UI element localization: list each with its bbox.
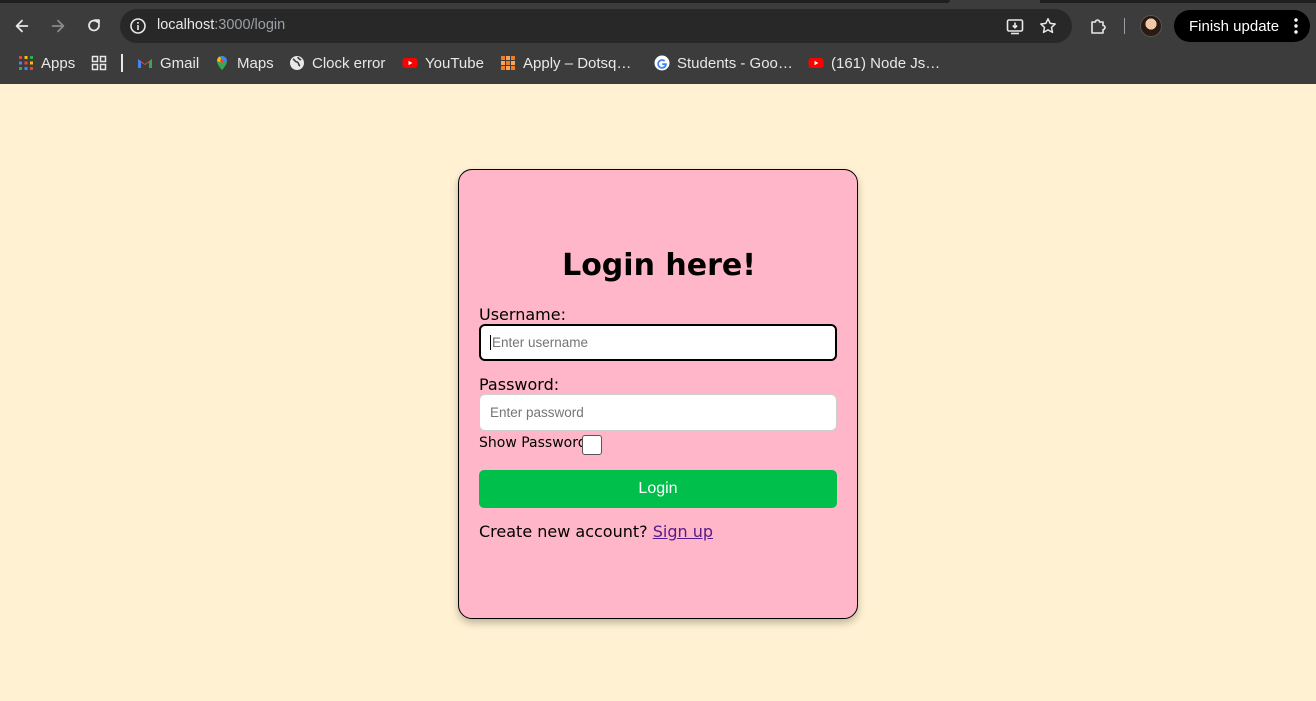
tab-strip	[0, 0, 950, 3]
bookmark-apps[interactable]: Apps	[18, 53, 75, 73]
text-caret	[490, 335, 491, 350]
bookmark-label: Gmail	[160, 54, 200, 72]
username-input[interactable]: Enter username	[479, 324, 837, 361]
bookmark-item[interactable]: Clock error	[289, 53, 385, 73]
star-icon[interactable]	[1039, 17, 1057, 35]
bookmark-item[interactable]: YouTube	[402, 53, 484, 73]
bookmark-label: Apply – Dotsq…	[523, 54, 632, 72]
apps-grid-icon	[19, 56, 33, 70]
bookmarks-bar: Apps Gmail Maps Clock error YouTube Appl…	[0, 50, 1316, 76]
username-placeholder: Enter username	[492, 335, 589, 350]
forward-button[interactable]	[44, 12, 72, 40]
bookmark-item[interactable]: Students - Goo…	[654, 53, 793, 73]
tab-groups-icon	[91, 55, 107, 71]
google-icon	[654, 55, 670, 71]
reload-icon	[88, 19, 100, 32]
info-icon[interactable]	[129, 17, 147, 35]
create-account-row: Create new account? Sign up	[479, 522, 713, 541]
bookmark-label: YouTube	[425, 54, 484, 72]
page-title: Login here!	[562, 248, 756, 283]
dotsquares-icon	[501, 56, 515, 70]
show-password-label: Show Password	[479, 435, 587, 451]
bookmark-label: (161) Node Js…	[831, 54, 941, 72]
vertical-dots-icon	[1294, 18, 1298, 34]
profile-avatar[interactable]	[1140, 15, 1162, 37]
maps-icon	[216, 56, 227, 70]
back-button[interactable]	[8, 12, 36, 40]
arrow-left-icon	[15, 19, 29, 33]
tab-strip-right	[1040, 0, 1316, 3]
bookmark-item[interactable]: (161) Node Js…	[808, 53, 940, 73]
username-label: Username:	[479, 305, 566, 324]
url-host: localhost	[157, 17, 215, 33]
bookmark-label: Students - Goo…	[677, 54, 793, 72]
globe-icon	[290, 56, 304, 70]
browser-toolbar: localhost:3000/login Finish update	[0, 4, 1316, 48]
login-button[interactable]: Login	[479, 470, 837, 508]
create-account-text: Create new account?	[479, 522, 648, 541]
password-placeholder: Enter password	[490, 405, 584, 420]
password-input[interactable]: Enter password	[479, 394, 837, 431]
bookmark-item[interactable]: Maps	[214, 53, 274, 73]
password-label: Password:	[479, 375, 560, 394]
url-path: :3000/login	[214, 17, 286, 33]
signup-link[interactable]: Sign up	[653, 522, 713, 541]
bookmark-item[interactable]: Gmail	[137, 53, 199, 73]
arrow-right-icon	[51, 19, 65, 33]
bookmark-item[interactable]: Apply – Dotsq…	[500, 53, 631, 73]
reload-button[interactable]	[80, 12, 108, 40]
bookmark-apps-label: Apps	[41, 54, 76, 72]
toolbar-divider	[1124, 18, 1125, 34]
show-password-checkbox[interactable]	[582, 435, 602, 455]
bookmark-label: Maps	[237, 54, 274, 72]
youtube-icon	[808, 58, 824, 68]
finish-update-label: Finish update	[1189, 17, 1280, 35]
puzzle-icon[interactable]	[1088, 16, 1108, 36]
browser-chrome: localhost:3000/login Finish update Apps …	[0, 0, 1316, 84]
address-bar[interactable]: localhost:3000/login	[120, 9, 1072, 43]
url-text[interactable]: localhost:3000/login	[157, 17, 285, 33]
bookmark-label: Clock error	[312, 54, 386, 72]
bookmarks-separator	[121, 54, 123, 72]
gmail-icon	[138, 59, 152, 68]
login-card: Login here! Username: Enter username Pas…	[458, 169, 858, 619]
login-button-label: Login	[638, 480, 678, 497]
tab-groups-button[interactable]	[91, 53, 114, 73]
finish-update-button[interactable]: Finish update	[1174, 10, 1310, 42]
install-app-icon[interactable]	[1006, 17, 1024, 35]
youtube-icon	[402, 58, 418, 68]
